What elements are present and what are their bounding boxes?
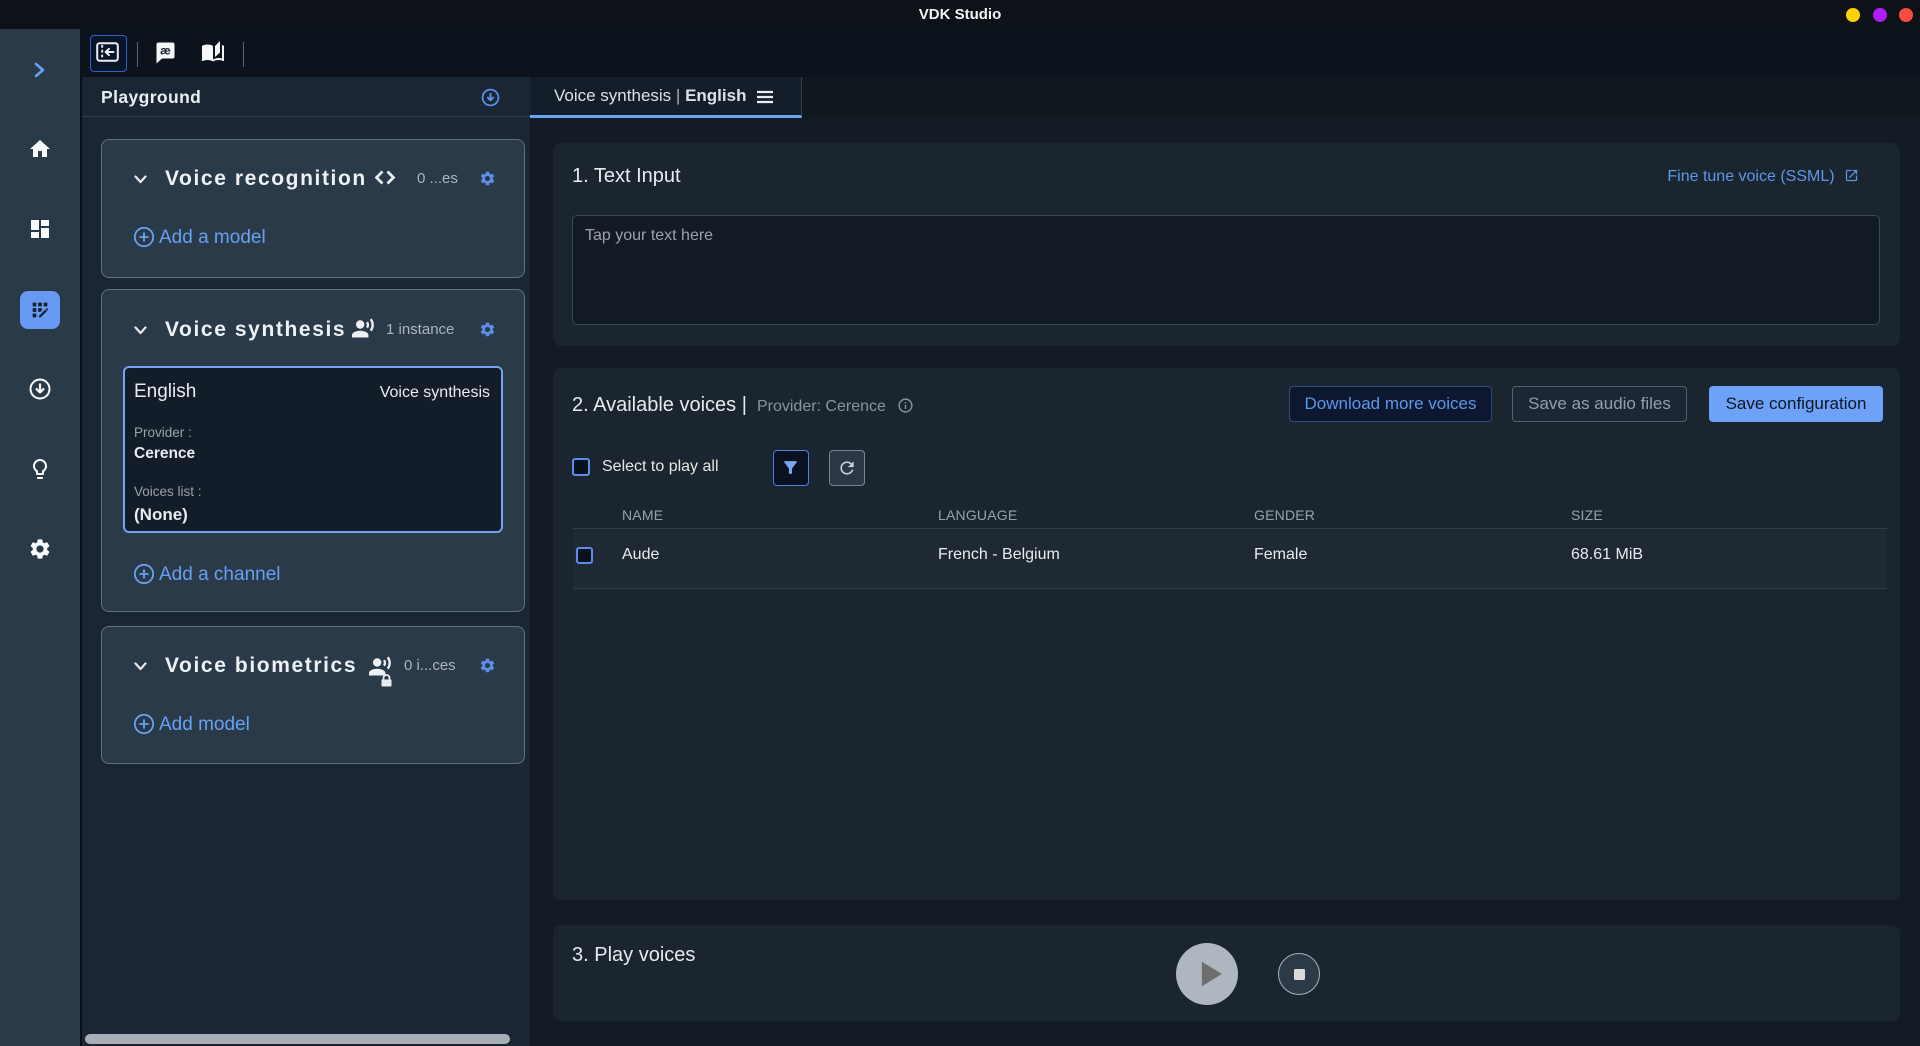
svg-text:æ: æ (160, 44, 171, 58)
